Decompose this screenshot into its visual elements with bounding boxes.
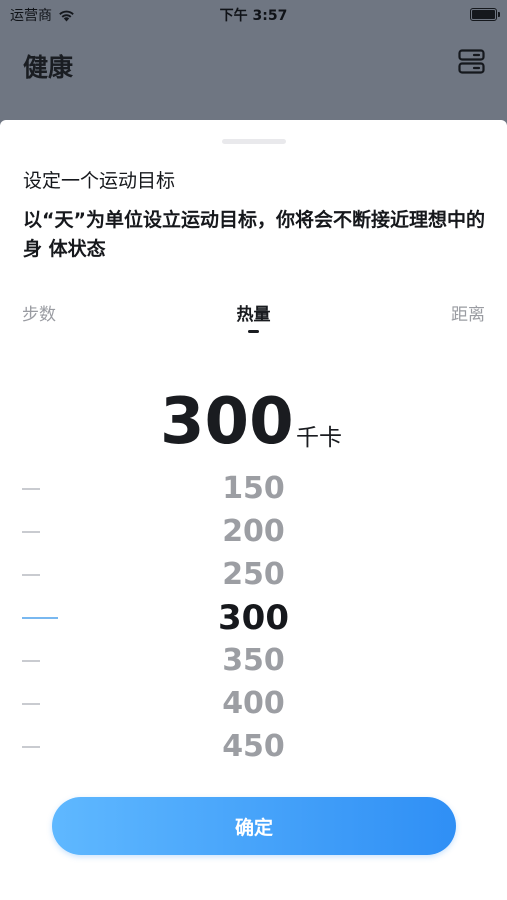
picker-option-value: 450 <box>222 729 285 764</box>
sheet-title: 设定一个运动目标 <box>23 170 176 192</box>
tab-indicator <box>248 330 259 333</box>
picker-option[interactable]: 350 <box>0 640 507 683</box>
tab-distance[interactable]: 距离 <box>451 300 485 325</box>
picker-option-value: 400 <box>222 686 285 721</box>
picker-option[interactable]: 400 <box>0 683 507 726</box>
confirm-button[interactable]: 确定 <box>52 797 456 855</box>
current-goal-display: 300 千卡 <box>0 382 507 462</box>
picker-option-value: 250 <box>222 557 285 592</box>
sheet-grabber[interactable] <box>222 139 286 144</box>
server-icon[interactable] <box>458 49 485 74</box>
status-bar: 运营商 下午 3:57 <box>0 0 507 28</box>
picker-option[interactable]: 300 <box>0 597 507 640</box>
app-title: 健康 <box>23 53 74 82</box>
picker-option-value: 200 <box>222 514 285 549</box>
screen: 运营商 下午 3:57 健康 设定一个运动目标 以“天”为单位设立运动目标，你将 <box>0 0 507 900</box>
picker-option[interactable]: 150 <box>0 468 507 511</box>
status-time: 下午 3:57 <box>219 8 288 24</box>
goal-type-tabs: 步数 热量 距离 <box>0 300 507 340</box>
picker-option[interactable]: 250 <box>0 554 507 597</box>
current-goal-value: 300 <box>160 385 294 459</box>
goal-sheet: 设定一个运动目标 以“天”为单位设立运动目标，你将会不断接近理想中的身 体状态 … <box>0 120 507 900</box>
tab-calories[interactable]: 热量 <box>0 300 507 325</box>
battery-level <box>472 10 495 19</box>
value-picker[interactable]: 150 200 250 300 350 400 450 <box>0 468 507 768</box>
picker-option[interactable]: 450 <box>0 726 507 769</box>
background-app[interactable]: 运营商 下午 3:57 健康 <box>0 0 507 125</box>
battery-icon <box>470 8 500 21</box>
picker-option-value: 150 <box>222 471 285 506</box>
picker-option-value: 350 <box>222 643 285 678</box>
goal-unit: 千卡 <box>296 425 342 451</box>
picker-option-selected-value: 300 <box>218 598 289 638</box>
picker-option[interactable]: 200 <box>0 511 507 554</box>
sheet-description: 以“天”为单位设立运动目标，你将会不断接近理想中的身 体状态 <box>23 209 485 260</box>
